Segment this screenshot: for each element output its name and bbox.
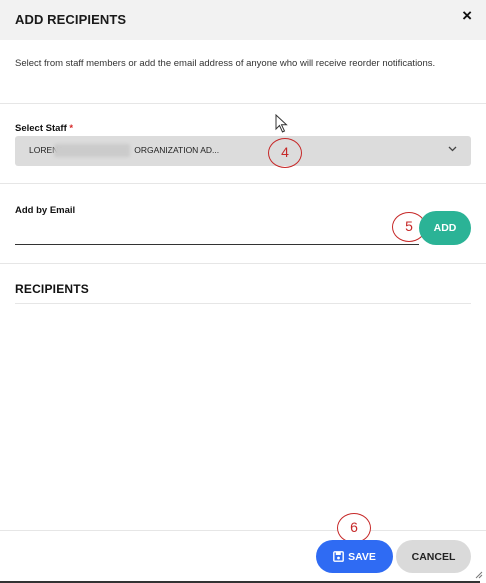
selected-staff-suffix: ORGANIZATION AD... [134,145,220,155]
resize-grip-icon[interactable] [475,571,483,579]
recipients-title: RECIPIENTS [15,282,90,296]
select-staff-label-text: Select Staff [15,123,67,134]
chevron-down-icon [448,144,457,155]
step-marker-6: 6 [337,513,371,543]
add-email-button[interactable]: ADD [419,211,471,245]
select-staff-label: Select Staff * [15,123,73,134]
add-recipients-dialog: ADD RECIPIENTS × Select from staff membe… [0,0,486,583]
dialog-header: ADD RECIPIENTS × [0,0,486,40]
dialog-title: ADD RECIPIENTS [15,12,127,27]
save-button[interactable]: SAVE [316,540,393,573]
close-icon[interactable]: × [462,6,472,26]
add-by-email-label: Add by Email [15,205,76,216]
mouse-cursor-icon [275,114,288,133]
footer-divider [0,530,486,531]
divider [0,103,486,104]
dialog-description: Select from staff members or add the ema… [15,58,436,69]
divider [0,263,486,264]
divider [0,183,486,184]
required-mark: * [69,123,74,134]
save-button-label: SAVE [348,550,376,563]
cancel-button[interactable]: CANCEL [396,540,471,573]
step-marker-4: 4 [268,138,302,168]
recipients-divider [15,303,471,304]
email-input[interactable] [15,244,419,245]
floppy-disk-icon [333,551,344,562]
redaction-blur [54,144,130,157]
